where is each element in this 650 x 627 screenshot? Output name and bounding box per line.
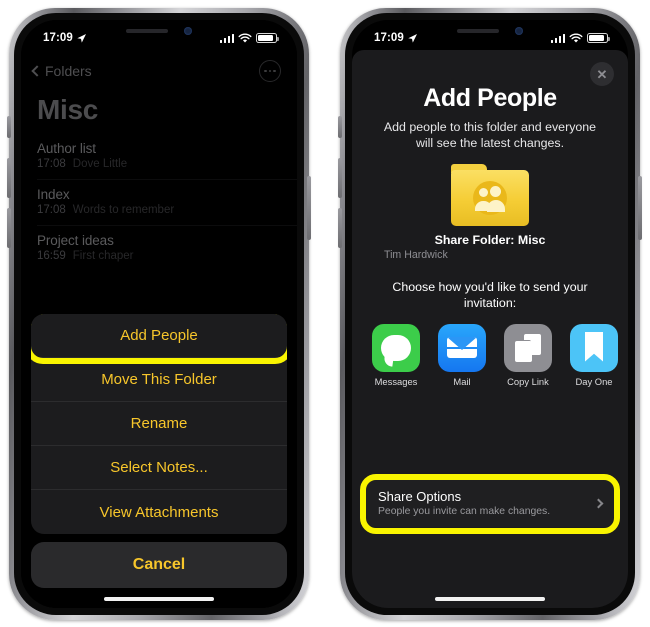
add-people-sheet: ✕ Add People Add people to this folder a… (352, 50, 628, 608)
volume-down-button[interactable] (338, 208, 342, 248)
action-select-notes[interactable]: Select Notes... (31, 446, 287, 490)
home-indicator[interactable] (104, 597, 214, 601)
cancel-label: Cancel (132, 556, 186, 573)
volume-up-button[interactable] (338, 158, 342, 198)
share-target-day-one[interactable]: Day One (568, 323, 620, 387)
battery-icon (256, 33, 279, 43)
action-add-people-label: Add People (120, 327, 198, 344)
shared-folder-owner: Tim Hardwick (384, 248, 448, 261)
share-target-messages[interactable]: Messages (370, 323, 422, 387)
location-arrow-icon (408, 33, 417, 43)
share-target-mail[interactable]: Mail (436, 323, 488, 387)
wifi-icon (238, 32, 252, 43)
shared-folder-name: Share Folder: Misc (434, 232, 546, 247)
share-options-subtitle: People you invite can make changes. (378, 506, 551, 517)
shared-folder-preview: Share Folder: Misc Tim Hardwick (352, 163, 628, 261)
mute-switch[interactable] (338, 116, 342, 138)
phone-right: ✕ Add People Add people to this folder a… (338, 8, 642, 620)
action-view-attachments-label: View Attachments (99, 503, 219, 521)
share-options-row[interactable]: Share Options People you invite can make… (366, 480, 614, 527)
wifi-icon (569, 32, 583, 43)
copy-link-icon (504, 323, 552, 372)
power-button[interactable] (638, 176, 642, 240)
power-button[interactable] (307, 176, 311, 240)
add-people-subtitle: Add people to this folder and everyone w… (383, 120, 597, 151)
action-rename[interactable]: Rename (31, 402, 287, 446)
cancel-button[interactable]: Cancel (31, 542, 287, 588)
day-one-icon (570, 323, 618, 372)
mail-icon (438, 323, 486, 372)
close-icon[interactable]: ✕ (590, 62, 614, 86)
phone-bezel-right: ✕ Add People Add people to this folder a… (345, 13, 635, 615)
action-add-people[interactable]: Add People (31, 314, 287, 364)
home-indicator[interactable] (435, 597, 545, 601)
share-target-label: Copy Link (507, 375, 549, 387)
action-move-label: Move This Folder (101, 371, 217, 388)
cellular-bars-icon (550, 33, 565, 43)
volume-up-button[interactable] (7, 158, 11, 198)
shared-folder-icon (451, 163, 529, 226)
status-bar-right: 17:09 (352, 20, 628, 50)
action-select-notes-label: Select Notes... (110, 459, 208, 476)
share-target-copy-link[interactable]: Copy Link (502, 323, 554, 387)
battery-icon (587, 33, 610, 43)
action-view-attachments[interactable]: View Attachments (31, 490, 287, 534)
action-sheet-group: Add People Move This Folder Rename Selec… (31, 314, 287, 534)
choose-invitation-label: Choose how you'd like to send your invit… (392, 279, 588, 311)
phone-left: Folders Misc Author list 17:08 Dove Litt… (7, 8, 311, 620)
phone-bezel-left: Folders Misc Author list 17:08 Dove Litt… (14, 13, 304, 615)
mute-switch[interactable] (7, 116, 11, 138)
share-options-title: Share Options (378, 489, 462, 504)
action-rename-label: Rename (130, 415, 188, 432)
status-bar-left: 17:09 (21, 20, 297, 50)
add-people-title: Add People (423, 84, 557, 112)
status-time: 17:09 (374, 32, 404, 44)
chevron-right-icon (593, 498, 604, 508)
share-target-label: Day One (575, 375, 613, 387)
screen-left: Folders Misc Author list 17:08 Dove Litt… (21, 20, 297, 608)
screenshot-stage: Folders Misc Author list 17:08 Dove Litt… (0, 0, 650, 627)
status-time: 17:09 (43, 32, 73, 44)
share-targets-row[interactable]: Messages Mail Copy Link Day One (352, 312, 628, 387)
location-arrow-icon (77, 33, 86, 43)
share-target-label: Messages (374, 375, 418, 387)
folder-action-sheet: Add People Move This Folder Rename Selec… (31, 314, 287, 588)
volume-down-button[interactable] (7, 208, 11, 248)
action-move-this-folder[interactable]: Move This Folder (31, 358, 287, 402)
cellular-bars-icon (219, 33, 234, 43)
messages-icon (372, 323, 420, 372)
share-target-label: Mail (453, 375, 471, 387)
screen-right: ✕ Add People Add people to this folder a… (352, 20, 628, 608)
